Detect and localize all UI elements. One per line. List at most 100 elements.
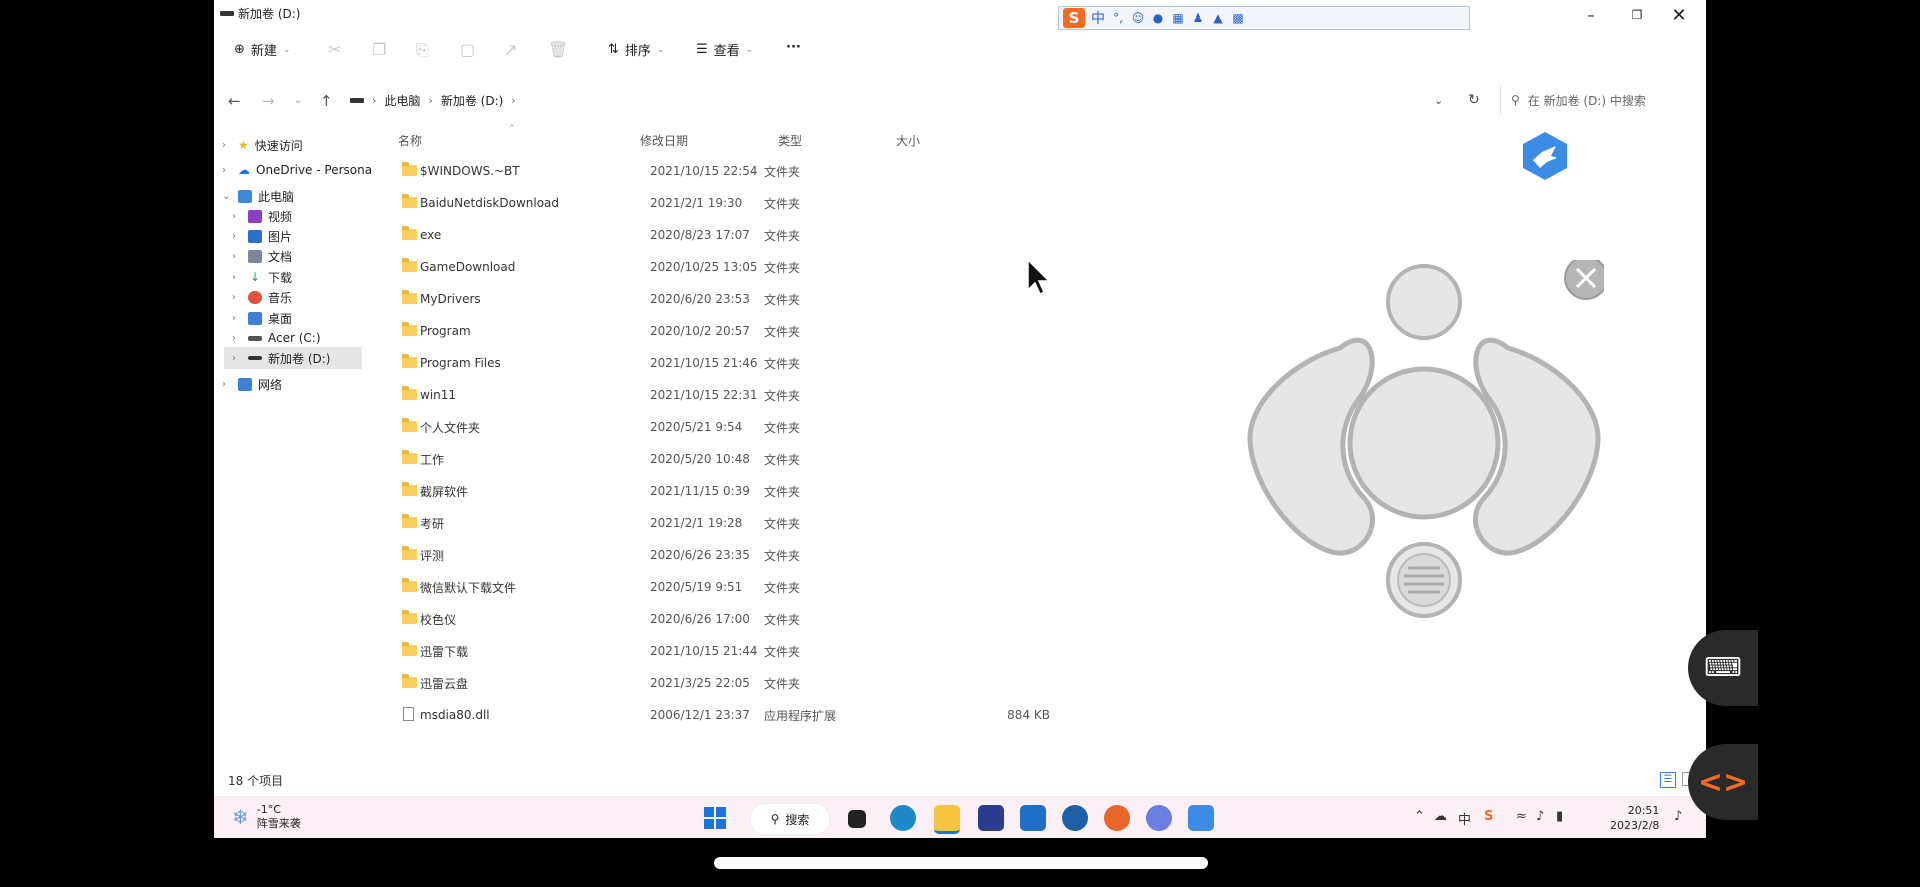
sidebar-item-onedrive[interactable]: › ☁ OneDrive - Persona (222, 159, 372, 181)
keyboard-icon[interactable]: ▦ (1171, 11, 1185, 25)
file-row[interactable]: 评测 2020/6/26 23:35 文件夹 (390, 542, 1190, 568)
close-icon[interactable]: ✕ (1656, 2, 1702, 28)
cut-icon[interactable]: ✂ (328, 40, 341, 59)
skin-icon[interactable]: ▲ (1211, 11, 1225, 25)
file-explorer-icon[interactable] (934, 805, 960, 834)
wifi-icon[interactable]: ≈ (1516, 809, 1527, 824)
file-row[interactable]: 校色仪 2020/6/26 17:00 文件夹 (390, 606, 1190, 632)
edge-browser-icon[interactable] (890, 805, 916, 831)
ime-mode[interactable]: 中 (1091, 8, 1105, 28)
minimize-icon[interactable]: – (1568, 2, 1614, 28)
download-icon: ↓ (249, 270, 261, 284)
breadcrumb-item[interactable]: 新加卷 (D:) (441, 92, 503, 109)
recent-chevron-icon[interactable]: ⌄ (294, 95, 302, 106)
user-icon[interactable]: ♟ (1191, 11, 1205, 25)
overlay-menu-button[interactable] (1386, 542, 1462, 618)
column-header-name[interactable]: 名称 (398, 132, 422, 149)
sidebar-item-music[interactable]: › 音乐 (232, 286, 292, 308)
delete-icon[interactable]: 🗑 (548, 40, 568, 59)
microphone-icon[interactable]: ● (1151, 11, 1165, 25)
column-header-date[interactable]: 修改日期 (640, 132, 688, 149)
firefox-icon[interactable] (1104, 805, 1130, 831)
store-icon[interactable] (978, 805, 1004, 831)
rename-icon[interactable]: ▢ (460, 40, 475, 59)
column-header-type[interactable]: 类型 (778, 132, 802, 149)
file-row[interactable]: 迅雷云盘 2021/3/25 22:05 文件夹 (390, 670, 1190, 696)
column-header-size[interactable]: 大小 (896, 132, 920, 149)
file-row[interactable]: Program Files 2021/10/15 21:46 文件夹 (390, 350, 1190, 376)
mail-icon[interactable] (1020, 805, 1046, 831)
sidebar-item-desktop[interactable]: › 桌面 (232, 307, 292, 329)
toolbox-icon[interactable]: ▩ (1231, 11, 1245, 25)
sidebar-item-pictures[interactable]: › 图片 (232, 225, 292, 247)
view-button[interactable]: ☰ 查看 ⌄ (696, 40, 753, 59)
gamepad-overlay[interactable] (1244, 260, 1604, 630)
home-indicator-bar[interactable] (714, 857, 1208, 869)
file-row[interactable]: Program 2020/10/2 20:57 文件夹 (390, 318, 1190, 344)
file-row[interactable]: 迅雷下载 2021/10/15 21:44 文件夹 (390, 638, 1190, 664)
paste-icon[interactable]: ⎘ (416, 40, 429, 60)
weather-widget[interactable]: ❄ -1°C 阵雪来袭 (232, 803, 301, 831)
battery-icon[interactable]: ▮ (1556, 809, 1563, 824)
keyboard-toggle-button[interactable]: ⌨ (1688, 630, 1758, 706)
sidebar-item-this-pc[interactable]: ⌄ 此电脑 (222, 185, 294, 207)
sogou-logo[interactable]: S (1063, 8, 1085, 28)
new-button[interactable]: ⊕ 新建 ⌄ (234, 40, 290, 59)
sidebar-item-drive-d[interactable]: › 新加卷 (D:) (224, 347, 362, 369)
details-view-icon[interactable]: ☰ (1660, 772, 1676, 788)
back-icon[interactable]: ← (228, 92, 241, 110)
start-icon[interactable] (702, 805, 728, 831)
app-bird-logo[interactable] (1520, 130, 1570, 182)
emoji-icon[interactable]: ☺ (1131, 11, 1145, 25)
file-row[interactable]: BaiduNetdiskDownload 2021/2/1 19:30 文件夹 (390, 190, 1190, 216)
taskbar-clock[interactable]: 20:51 2023/2/8 (1610, 803, 1659, 833)
overlay-top-button[interactable] (1386, 264, 1462, 340)
sidebar-item-documents[interactable]: › 文档 (232, 245, 292, 267)
code-toggle-button[interactable]: <> (1688, 744, 1758, 820)
file-row[interactable]: MyDrivers 2020/6/20 23:53 文件夹 (390, 286, 1190, 312)
file-row[interactable]: GameDownload 2020/10/25 13:05 文件夹 (390, 254, 1190, 280)
overlay-center-joystick[interactable] (1347, 366, 1501, 520)
file-row[interactable]: $WINDOWS.~BT 2021/10/15 22:54 文件夹 (390, 158, 1190, 184)
onedrive-tray-icon[interactable]: ☁ (1434, 809, 1447, 824)
up-icon[interactable]: ↑ (320, 92, 333, 110)
file-row[interactable]: win11 2021/10/15 22:31 文件夹 (390, 382, 1190, 408)
breadcrumb-item[interactable]: 此电脑 (384, 92, 420, 109)
file-row[interactable]: 微信默认下载文件 2020/5/19 9:51 文件夹 (390, 574, 1190, 600)
search-box[interactable]: ⚲ 在 新加卷 (D:) 中搜索 (1500, 84, 1702, 116)
show-hidden-icons[interactable]: ⌃ (1414, 809, 1425, 824)
history-chevron-icon[interactable]: ⌄ (1434, 94, 1443, 107)
file-row[interactable]: msdia80.dll 2006/12/1 23:37 应用程序扩展 884 KB (390, 702, 1190, 728)
sidebar-item-drive-c[interactable]: › Acer (C:) (232, 327, 321, 349)
photos-icon[interactable] (1146, 805, 1172, 831)
sidebar-item-videos[interactable]: › 视频 (232, 205, 292, 227)
file-row[interactable]: 工作 2020/5/20 10:48 文件夹 (390, 446, 1190, 472)
forward-icon[interactable]: → (262, 92, 275, 110)
input-language[interactable]: 中 (1458, 809, 1471, 828)
ime-toolbar[interactable]: S 中 °, ☺ ● ▦ ♟ ▲ ▩ (1058, 6, 1470, 30)
restore-icon[interactable]: ❐ (1614, 2, 1660, 28)
sort-button[interactable]: ⇅ 排序 ⌄ (608, 40, 664, 59)
bird-app-icon[interactable] (1188, 805, 1214, 831)
sogou-tray-icon[interactable]: S (1484, 809, 1493, 824)
terminal-app-icon[interactable] (848, 810, 866, 828)
file-row[interactable]: 考研 2021/2/1 19:28 文件夹 (390, 510, 1190, 536)
baidu-icon[interactable] (1062, 805, 1088, 831)
file-row[interactable]: exe 2020/8/23 17:07 文件夹 (390, 222, 1190, 248)
volume-icon[interactable]: ♪ (1536, 809, 1544, 824)
overlay-close-button[interactable] (1564, 260, 1604, 300)
share-icon[interactable]: ↗ (504, 40, 517, 59)
sidebar-item-downloads[interactable]: › ↓ 下载 (232, 266, 292, 288)
notification-icon[interactable]: ♪ (1674, 809, 1682, 824)
file-date: 2021/10/15 21:46 (650, 356, 758, 370)
file-row[interactable]: 个人文件夹 2020/5/21 9:54 文件夹 (390, 414, 1190, 440)
breadcrumb[interactable]: › 此电脑 › 新加卷 (D:) › (350, 84, 1270, 116)
sidebar-item-network[interactable]: › 网络 (222, 373, 282, 395)
file-row[interactable]: 截屏软件 2021/11/15 0:39 文件夹 (390, 478, 1190, 504)
taskbar-search-button[interactable]: ⚲ 搜索 (750, 803, 830, 835)
more-button[interactable]: ··· (786, 40, 801, 55)
refresh-icon[interactable]: ↻ (1468, 92, 1480, 108)
sidebar-item-quick-access[interactable]: › ★ 快速访问 (222, 134, 303, 156)
copy-icon[interactable]: ❐ (372, 40, 386, 59)
punctuation-icon[interactable]: °, (1111, 11, 1125, 25)
